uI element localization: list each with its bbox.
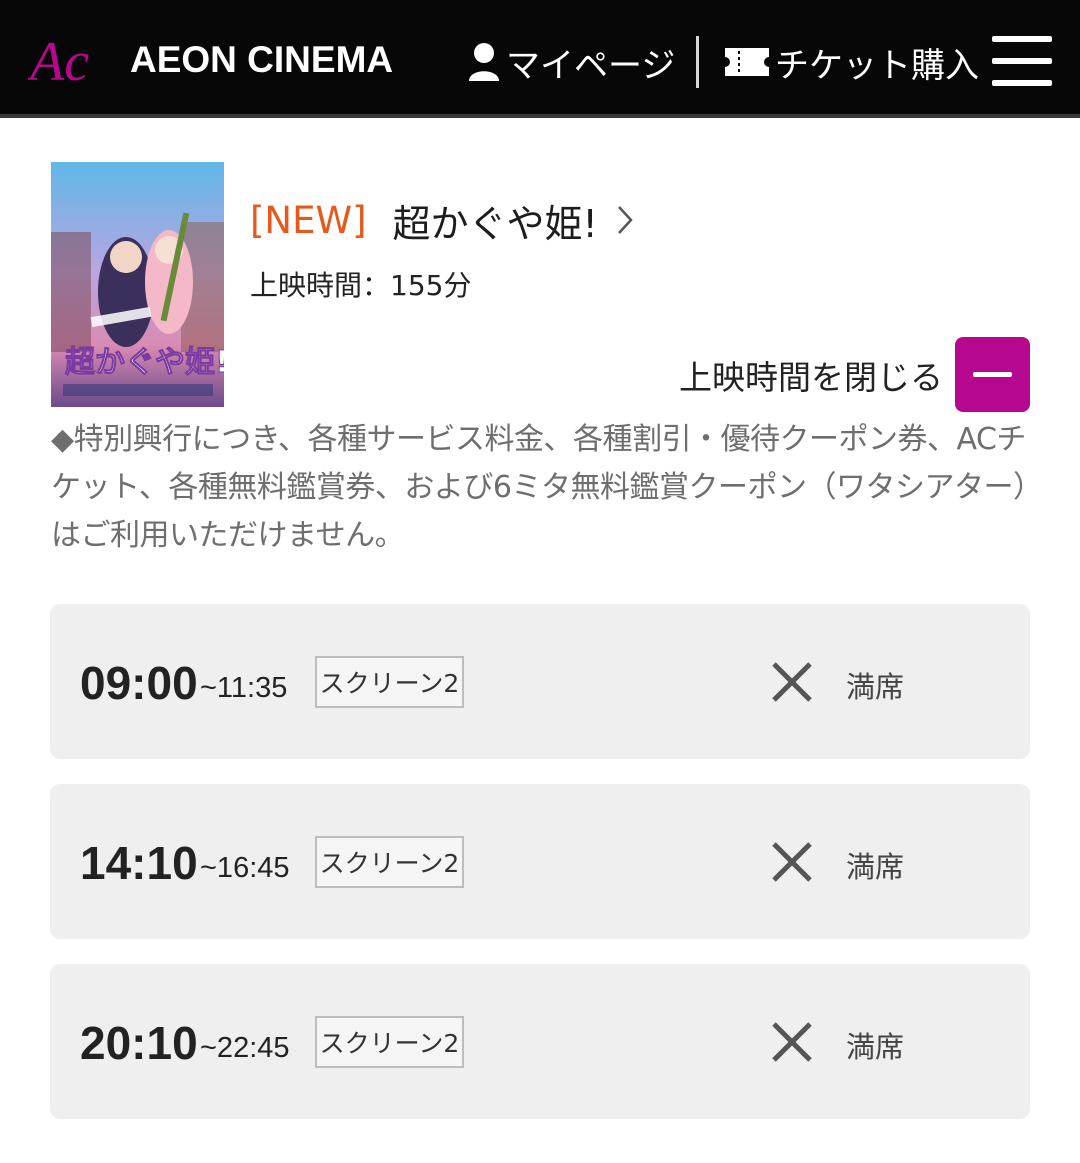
movie-title: 超かぐや姫! [392,201,598,246]
mypage-link[interactable]: マイページ [468,40,676,86]
sold-out-x-icon [772,662,812,702]
movie-runtime: 上映時間：155分 [250,269,472,302]
chevron-right-icon [617,206,633,234]
movie-poster[interactable]: 超かぐや姫! [51,162,224,407]
ticket-icon [725,48,769,76]
hamburger-menu-icon[interactable] [992,36,1052,86]
seat-status: 満席 [846,850,905,884]
close-showtimes-label: 上映時間を閉じる [679,357,943,397]
showtime-end: ~11:35 [200,672,288,704]
new-badge: [NEW] [250,198,367,242]
poster-image: 超かぐや姫! [51,162,224,407]
showtime-card[interactable]: 20:10 ~22:45 スクリーン2 満席 [50,964,1030,1119]
site-header: Ac AEON CINEMA マイページ チケット購入 [0,0,1080,118]
aeon-cinema-logo[interactable]: Ac AEON CINEMA [28,30,393,90]
screen-badge: スクリーン2 [315,836,464,888]
user-icon [469,43,499,81]
showtime-start: 14:10 [80,837,198,889]
showtime-card[interactable]: 09:00 ~11:35 スクリーン2 満席 [50,604,1030,759]
sold-out-x-icon [772,842,812,882]
screen-badge: スクリーン2 [315,656,464,708]
showtime-start: 20:10 [80,1017,198,1069]
screen-badge: スクリーン2 [315,1016,464,1068]
svg-text:Ac: Ac [28,31,89,90]
showtime-card[interactable]: 14:10 ~16:45 スクリーン2 満席 [50,784,1030,939]
header-divider [696,36,699,88]
special-screening-notice: ◆特別興行につき、各種サービス料金、各種割引・優待クーポン券、ACチケット、各種… [51,422,1028,553]
minus-icon[interactable] [955,337,1030,412]
mypage-label: マイページ [506,45,676,86]
showtime-end: ~22:45 [200,1032,290,1064]
brand-name: AEON CINEMA [130,39,394,80]
showtime-end: ~16:45 [200,852,290,884]
showtime-start: 09:00 [80,657,198,709]
ticket-label: チケット購入 [775,45,979,86]
ac-logo-mark-icon: Ac [28,31,89,90]
svg-text:超かぐや姫!: 超かぐや姫! [65,345,224,380]
ticket-purchase-link[interactable]: チケット購入 [725,40,979,86]
seat-status: 満席 [846,670,905,704]
movie-title-link[interactable]: [NEW] 超かぐや姫! [250,196,634,246]
close-showtimes-toggle[interactable]: 上映時間を閉じる [679,337,1030,412]
seat-status: 満席 [846,1030,905,1064]
sold-out-x-icon [772,1022,812,1062]
